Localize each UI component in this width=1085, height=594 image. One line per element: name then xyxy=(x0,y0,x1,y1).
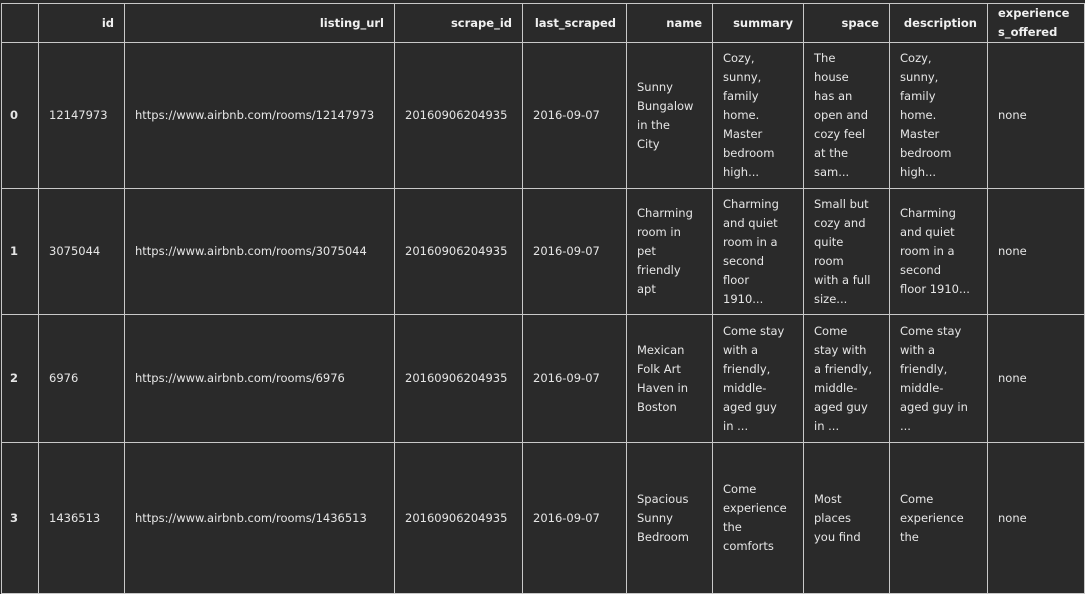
cell-summary: Come experience the comforts xyxy=(712,442,804,594)
cell-last-scraped: 2016-09-07 xyxy=(522,314,627,443)
cell-name: Mexican Folk Art Haven in Boston xyxy=(626,314,713,443)
column-header-summary: summary xyxy=(712,3,804,43)
cell-experiences-offered: none xyxy=(987,314,1085,443)
cell-experiences-offered: none xyxy=(987,42,1085,189)
dataframe-table: id listing_url scrape_id last_scraped na… xyxy=(1,3,1085,594)
cell-listing-url: https://www.airbnb.com/rooms/1436513 xyxy=(124,442,395,594)
column-header-space: space xyxy=(803,3,890,43)
cell-space: Most places you find xyxy=(803,442,890,594)
cell-listing-url: https://www.airbnb.com/rooms/3075044 xyxy=(124,188,395,315)
cell-description: Come stay with a friendly, middle- aged … xyxy=(889,314,988,443)
cell-description: Come experience the xyxy=(889,442,988,594)
cell-index: 1 xyxy=(1,188,39,315)
cell-listing-url: https://www.airbnb.com/rooms/6976 xyxy=(124,314,395,443)
column-header-experiences-offered: experiences_offered xyxy=(987,3,1085,43)
column-header-scrape-id: scrape_id xyxy=(394,3,523,43)
cell-index: 3 xyxy=(1,442,39,594)
cell-experiences-offered: none xyxy=(987,188,1085,315)
cell-id: 1436513 xyxy=(38,442,125,594)
column-header-id: id xyxy=(38,3,125,43)
column-header-name: name xyxy=(626,3,713,43)
cell-name: Sunny Bungalow in the City xyxy=(626,42,713,189)
column-header-listing-url: listing_url xyxy=(124,3,395,43)
table-row: 1 3075044 https://www.airbnb.com/rooms/307… xyxy=(1,188,1085,315)
table-row: 3 1436513 https://www.airbnb.com/rooms/143… xyxy=(1,442,1085,594)
cell-listing-url: https://www.airbnb.com/rooms/12147973 xyxy=(124,42,395,189)
cell-name: Spacious Sunny Bedroom xyxy=(626,442,713,594)
cell-summary: Cozy, sunny, family home. Master bedroom… xyxy=(712,42,804,189)
cell-scrape-id: 20160906204935 xyxy=(394,42,523,189)
cell-index: 0 xyxy=(1,42,39,189)
cell-last-scraped: 2016-09-07 xyxy=(522,188,627,315)
cell-summary: Charming and quiet room in a second floo… xyxy=(712,188,804,315)
header-row: id listing_url scrape_id last_scraped na… xyxy=(1,3,1085,43)
cell-last-scraped: 2016-09-07 xyxy=(522,42,627,189)
cell-description: Charming and quiet room in a second floo… xyxy=(889,188,988,315)
cell-scrape-id: 20160906204935 xyxy=(394,314,523,443)
cell-summary: Come stay with a friendly, middle- aged … xyxy=(712,314,804,443)
cell-description: Cozy, sunny, family home. Master bedroom… xyxy=(889,42,988,189)
cell-index: 2 xyxy=(1,314,39,443)
cell-space: Come stay with a friendly, middle- aged … xyxy=(803,314,890,443)
cell-scrape-id: 20160906204935 xyxy=(394,442,523,594)
column-header-description: description xyxy=(889,3,988,43)
column-header-last-scraped: last_scraped xyxy=(522,3,627,43)
cell-scrape-id: 20160906204935 xyxy=(394,188,523,315)
cell-experiences-offered: none xyxy=(987,442,1085,594)
index-header xyxy=(1,3,39,43)
cell-name: Charming room in pet friendly apt xyxy=(626,188,713,315)
table-row: 2 6976 https://www.airbnb.com/rooms/6976 20… xyxy=(1,314,1085,443)
cell-last-scraped: 2016-09-07 xyxy=(522,442,627,594)
cell-space: The house has an open and cozy feel at t… xyxy=(803,42,890,189)
cell-id: 6976 xyxy=(38,314,125,443)
cell-id: 12147973 xyxy=(38,42,125,189)
table-row: 0 12147973 https://www.airbnb.com/rooms/12… xyxy=(1,42,1085,189)
cell-id: 3075044 xyxy=(38,188,125,315)
cell-space: Small but cozy and quite room with a ful… xyxy=(803,188,890,315)
